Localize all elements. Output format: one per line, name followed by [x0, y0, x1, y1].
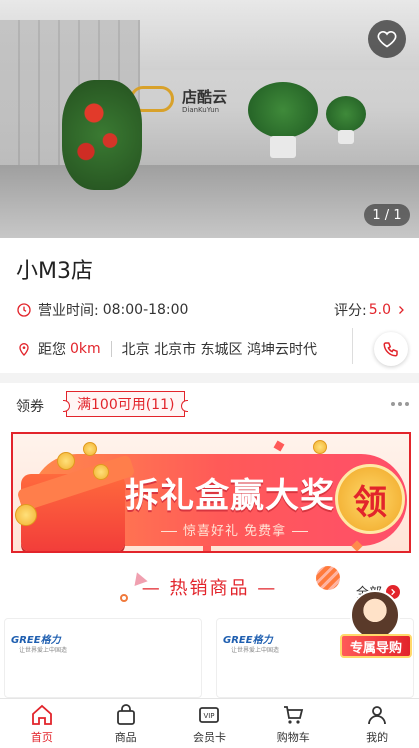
distance-value: 0km — [70, 341, 101, 357]
coin-icon — [83, 442, 97, 456]
tab-label: 我的 — [366, 730, 389, 744]
plant — [248, 82, 318, 138]
confetti — [273, 440, 285, 452]
store-info: 小M3店 营业时间: 08:00-18:00 评分: 5.0 距您 0km 北京… — [0, 238, 419, 373]
distance-label: 距您 — [38, 342, 66, 358]
divider — [110, 341, 112, 357]
promo-banner-section: 拆礼盒赢大奖 惊喜好礼 免费拿 领 — [0, 425, 419, 558]
wall-logo-text: 店酷云 — [182, 88, 228, 106]
carousel-pager: 1 / 1 — [364, 204, 410, 226]
coupon-label: 领券 — [16, 399, 44, 415]
cart-icon — [284, 705, 304, 724]
rating-value: 5.0 — [368, 302, 391, 318]
tab-label: 购物车 — [276, 730, 310, 744]
banner-title: 拆礼盒赢大奖 — [125, 476, 335, 516]
plant-pot — [338, 130, 354, 144]
location-pin-icon — [19, 343, 29, 356]
floor — [0, 165, 419, 238]
flower-basket — [62, 80, 142, 190]
product-slogan: 让世界爱上中国造 — [231, 647, 280, 654]
bag-icon — [116, 703, 135, 725]
more-options-button[interactable] — [391, 402, 409, 406]
confetti — [203, 546, 211, 551]
hours-label: 营业时间: — [38, 303, 99, 319]
svg-text:VIP: VIP — [204, 712, 215, 720]
coin-icon — [57, 452, 75, 470]
user-icon — [368, 705, 386, 724]
coupon-tag[interactable]: 满100可用(11) — [62, 391, 189, 417]
banner-subtitle: 惊喜好礼 免费拿 — [155, 520, 314, 539]
clock-icon — [17, 303, 31, 317]
call-button[interactable] — [374, 332, 408, 366]
tab-label: 会员卡 — [192, 730, 226, 744]
hours-value: 08:00-18:00 — [102, 302, 189, 318]
tab-profile[interactable]: 我的 — [335, 699, 419, 748]
coin-icon — [313, 440, 327, 454]
plant — [326, 96, 366, 132]
personal-shopper-button[interactable]: 专属导购 — [340, 590, 412, 662]
gift-box-banner[interactable]: 拆礼盒赢大奖 惊喜好礼 免费拿 领 — [11, 432, 411, 553]
product-brand: GREE格力 — [11, 635, 61, 646]
coin-icon — [93, 464, 109, 480]
phone-icon — [383, 342, 398, 357]
tab-label: 首页 — [30, 730, 53, 744]
tab-products[interactable]: 商品 — [84, 699, 168, 748]
tab-cart[interactable]: 购物车 — [251, 699, 335, 748]
rating-label: 评分: — [334, 303, 367, 319]
product-brand: GREE格力 — [223, 635, 273, 646]
favorite-button[interactable] — [368, 20, 406, 58]
tab-member-card[interactable]: VIP 会员卡 — [168, 699, 252, 748]
shopper-avatar — [350, 590, 400, 640]
plant-pot — [270, 136, 296, 158]
bottom-tab-bar: 首页 商品 VIP 会员卡 购物车 我的 — [0, 698, 419, 748]
tab-label: 商品 — [114, 730, 137, 744]
chevron-right-icon — [399, 306, 404, 314]
store-name: 小M3店 — [16, 259, 93, 284]
store-address: 北京 北京市 东城区 鸿坤云时代 — [121, 342, 318, 358]
claim-button[interactable]: 领 — [335, 464, 405, 534]
heart-icon — [377, 30, 397, 48]
shopper-label: 专属导购 — [340, 634, 412, 658]
coupon-bar: 领券 满100可用(11) — [0, 383, 419, 425]
vip-card-icon: VIP — [199, 706, 220, 723]
coin-icon — [15, 504, 37, 526]
store-rating[interactable]: 评分: 5.0 — [334, 300, 407, 320]
wall-logo-subtext: DianKuYun — [182, 106, 220, 114]
home-icon — [31, 704, 52, 725]
product-slogan: 让世界爱上中国造 — [19, 647, 68, 654]
tab-home[interactable]: 首页 — [0, 699, 84, 748]
divider — [352, 328, 353, 364]
business-hours: 营业时间: 08:00-18:00 — [16, 300, 188, 320]
store-photo-carousel[interactable]: 店酷云 DianKuYun 1 / 1 — [0, 0, 419, 238]
product-card[interactable]: GREE格力 让世界爱上中国造 — [4, 618, 202, 698]
store-location[interactable]: 距您 0km 北京 北京市 东城区 鸿坤云时代 — [16, 339, 317, 359]
